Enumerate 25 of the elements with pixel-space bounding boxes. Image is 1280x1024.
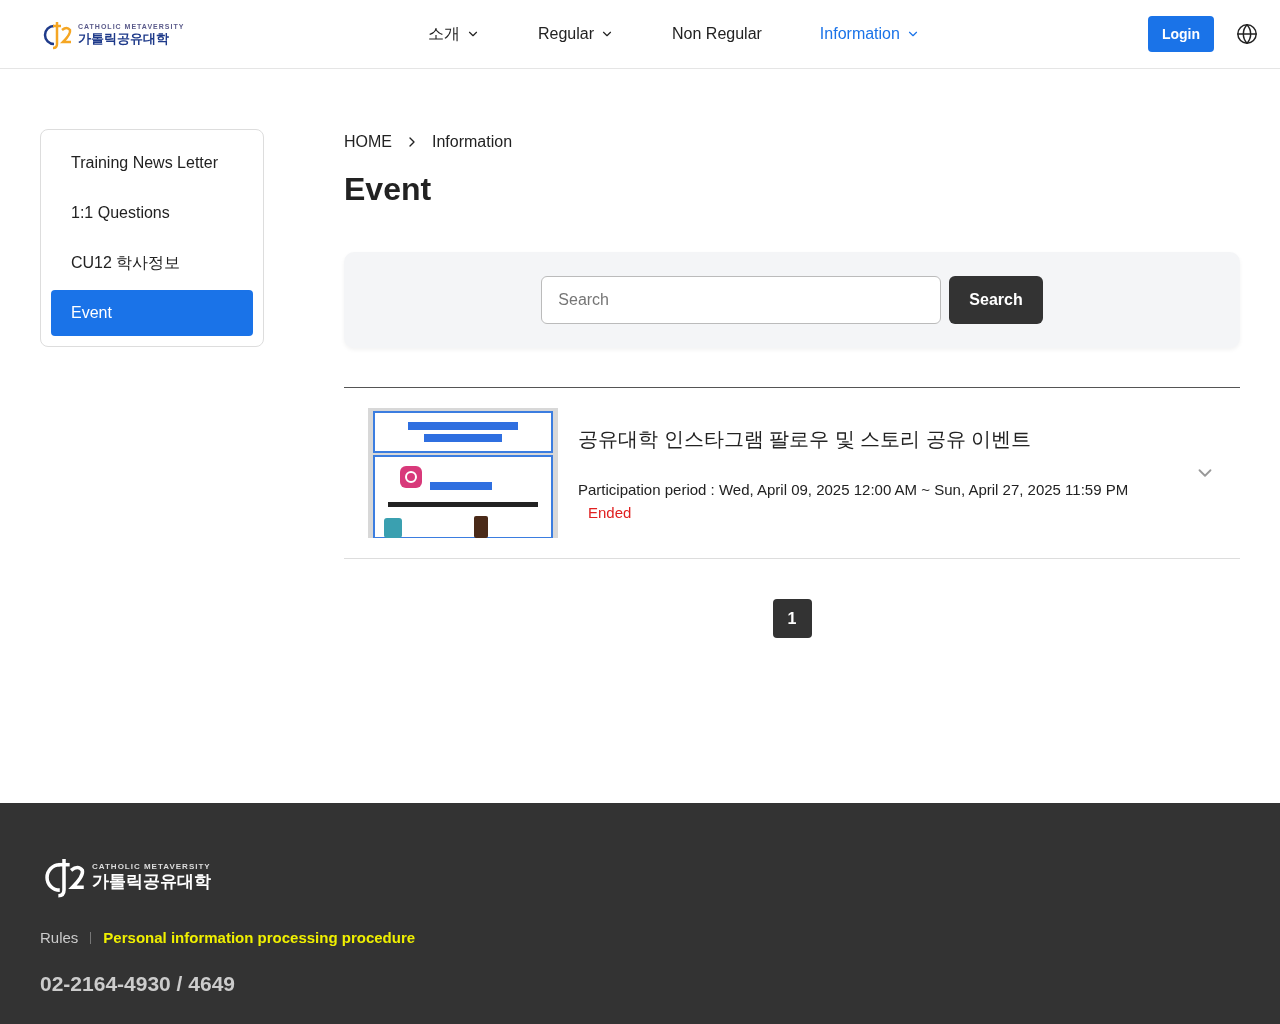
breadcrumb-item[interactable]: Information bbox=[432, 133, 513, 151]
nav-item[interactable]: 소개 bbox=[428, 23, 480, 45]
search-button[interactable]: Search bbox=[949, 276, 1043, 324]
logo-tagline: CATHOLIC METAVERSITY bbox=[92, 862, 211, 871]
footer-link[interactable]: Personal information processing procedure bbox=[103, 929, 416, 946]
breadcrumb-item[interactable]: HOME bbox=[344, 133, 392, 151]
page-title: Event bbox=[344, 171, 433, 208]
login-button[interactable]: Login bbox=[1147, 16, 1214, 52]
sidebar-item[interactable]: Training News Letter bbox=[51, 140, 253, 186]
globe-icon[interactable] bbox=[1236, 23, 1258, 45]
logo-name: 가톨릭공유대학 bbox=[92, 872, 211, 890]
sidebar-item[interactable]: CU12 학사정보 bbox=[51, 240, 253, 286]
sidebar-item[interactable]: Event bbox=[51, 290, 253, 336]
event-period: Participation period : Wed, April 09, 2025 12:00 AM ~ Sun, April 27, 2025 11:59 PM bbox=[578, 481, 1130, 498]
footer-link[interactable]: Rules bbox=[40, 929, 79, 946]
event-status: Ended bbox=[588, 504, 633, 521]
nav-item[interactable]: Regular bbox=[538, 23, 615, 45]
nav-item[interactable]: Non Regular bbox=[672, 23, 762, 45]
logo-name: 가톨릭공유대학 bbox=[78, 32, 170, 45]
nav-item[interactable]: Information bbox=[819, 23, 920, 45]
sidebar-item[interactable]: 1:1 Questions bbox=[51, 190, 253, 236]
phone-number: 02-2164-4930 / 4649 bbox=[40, 972, 236, 996]
event-title[interactable]: 공유대학 인스타그램 팔로우 및 스토리 공유 이벤트 bbox=[578, 426, 1174, 453]
search-field[interactable]: Search bbox=[541, 276, 942, 324]
page-button[interactable]: 1 bbox=[772, 599, 812, 638]
